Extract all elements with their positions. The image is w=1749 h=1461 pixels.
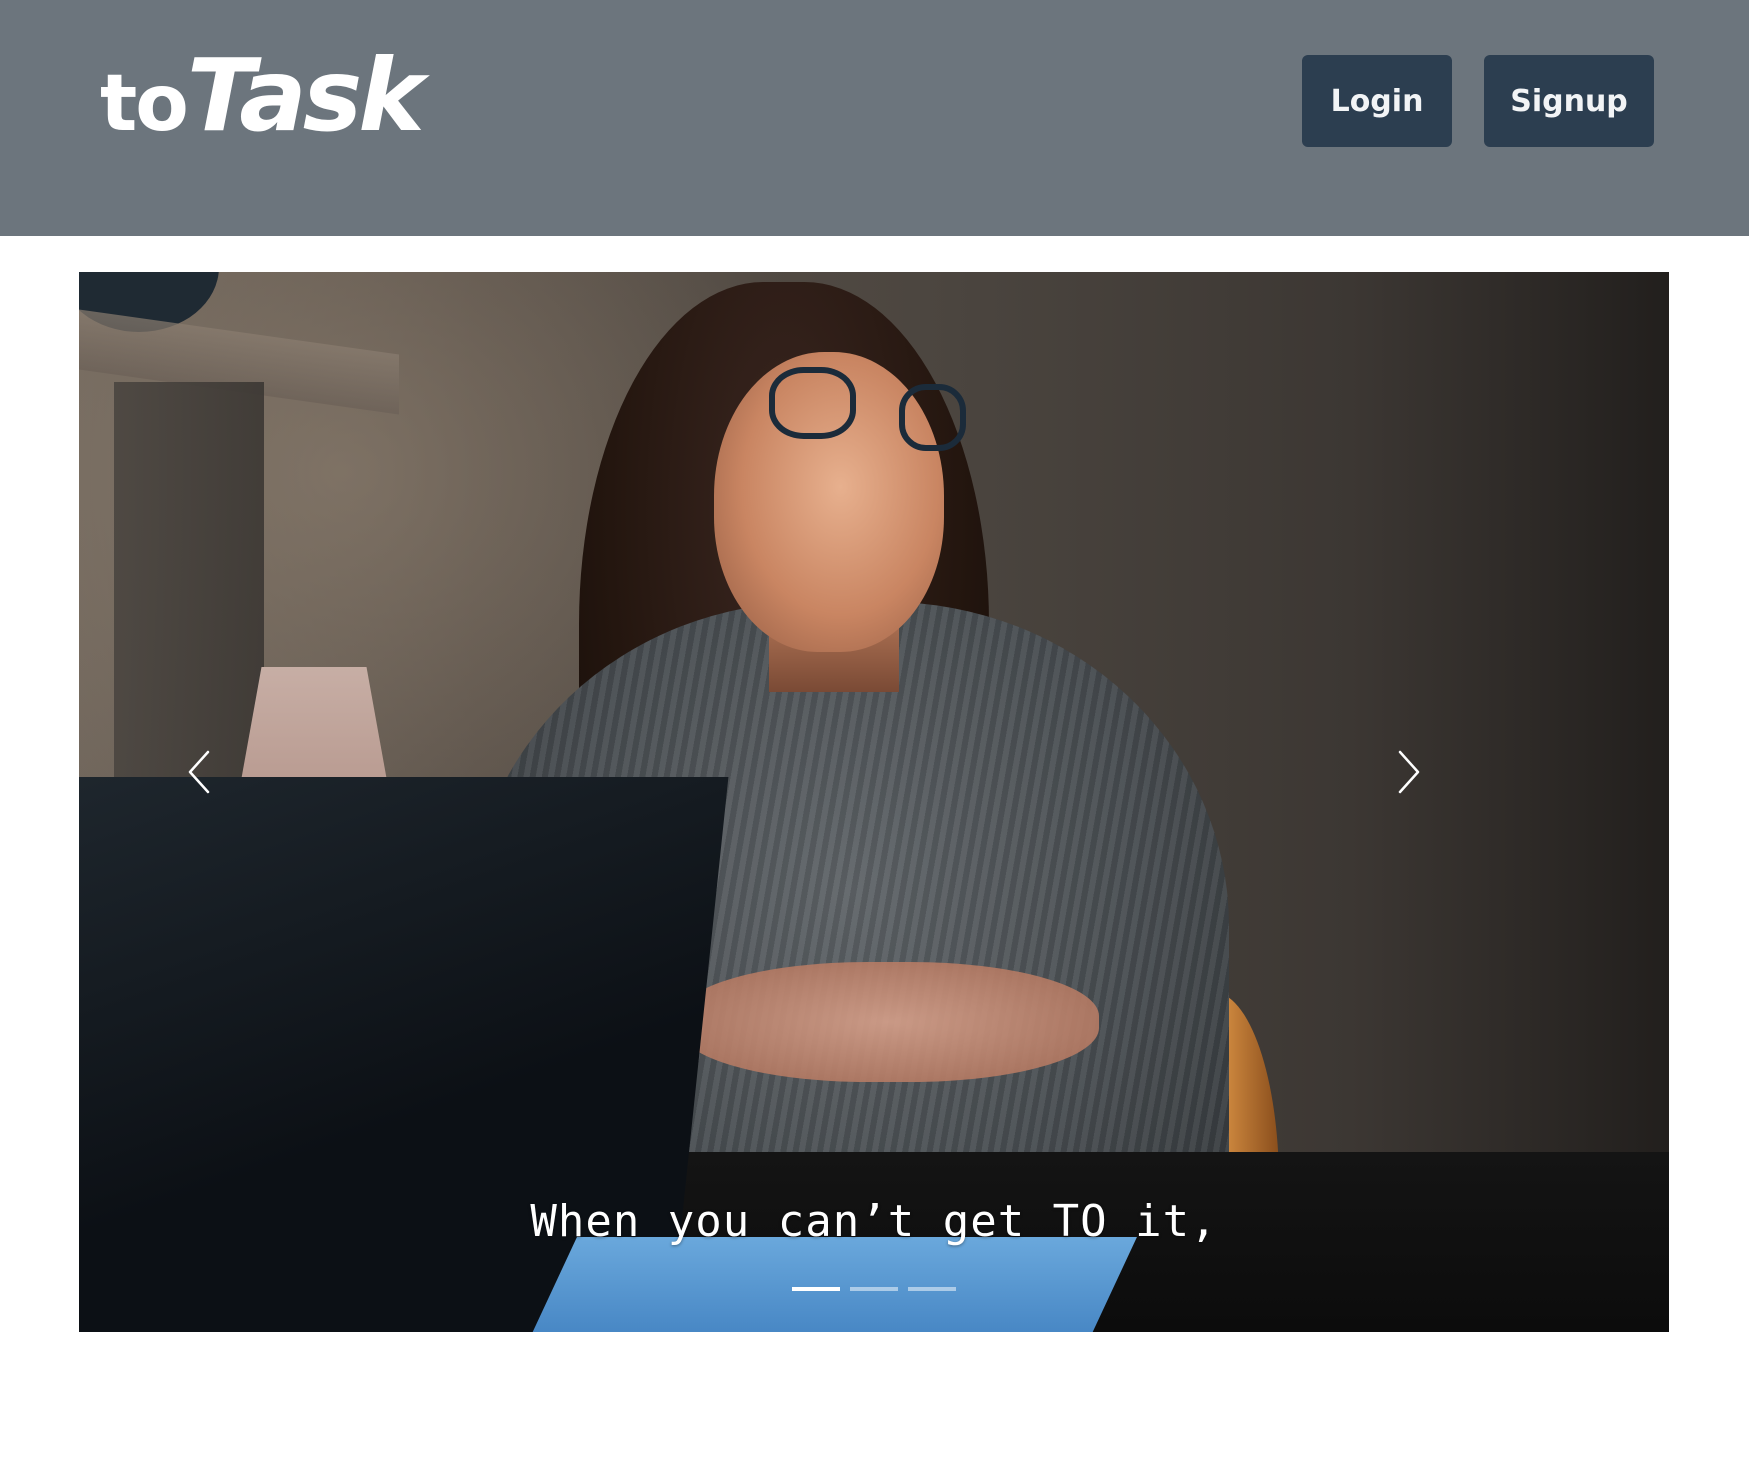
brand-main: Task [186,37,425,154]
notebook [521,1237,1137,1332]
carousel-next-button[interactable] [1379,742,1439,802]
lamp-shade [239,667,389,792]
carousel-indicator-3[interactable] [908,1287,956,1291]
navbar: toTask Login Signup [0,0,1749,236]
glasses-right-lens [899,384,966,451]
chevron-right-icon [1398,750,1420,794]
carousel-indicator-2[interactable] [850,1287,898,1291]
glasses-left-lens [769,367,856,439]
chevron-left-icon [188,750,210,794]
signup-button[interactable]: Signup [1484,55,1654,147]
person-hands [679,962,1099,1082]
brand-logo[interactable]: toTask [100,46,425,149]
slide-image [79,272,1669,1332]
carousel-indicator-1[interactable] [792,1287,840,1291]
hero-carousel: When you can’t get TO it, [79,272,1669,1332]
slide-caption: When you can’t get TO it, [530,1196,1218,1247]
login-button[interactable]: Login [1302,55,1452,147]
carousel-indicators [79,1287,1669,1291]
carousel-prev-button[interactable] [169,742,229,802]
brand-prefix: to [100,59,189,149]
